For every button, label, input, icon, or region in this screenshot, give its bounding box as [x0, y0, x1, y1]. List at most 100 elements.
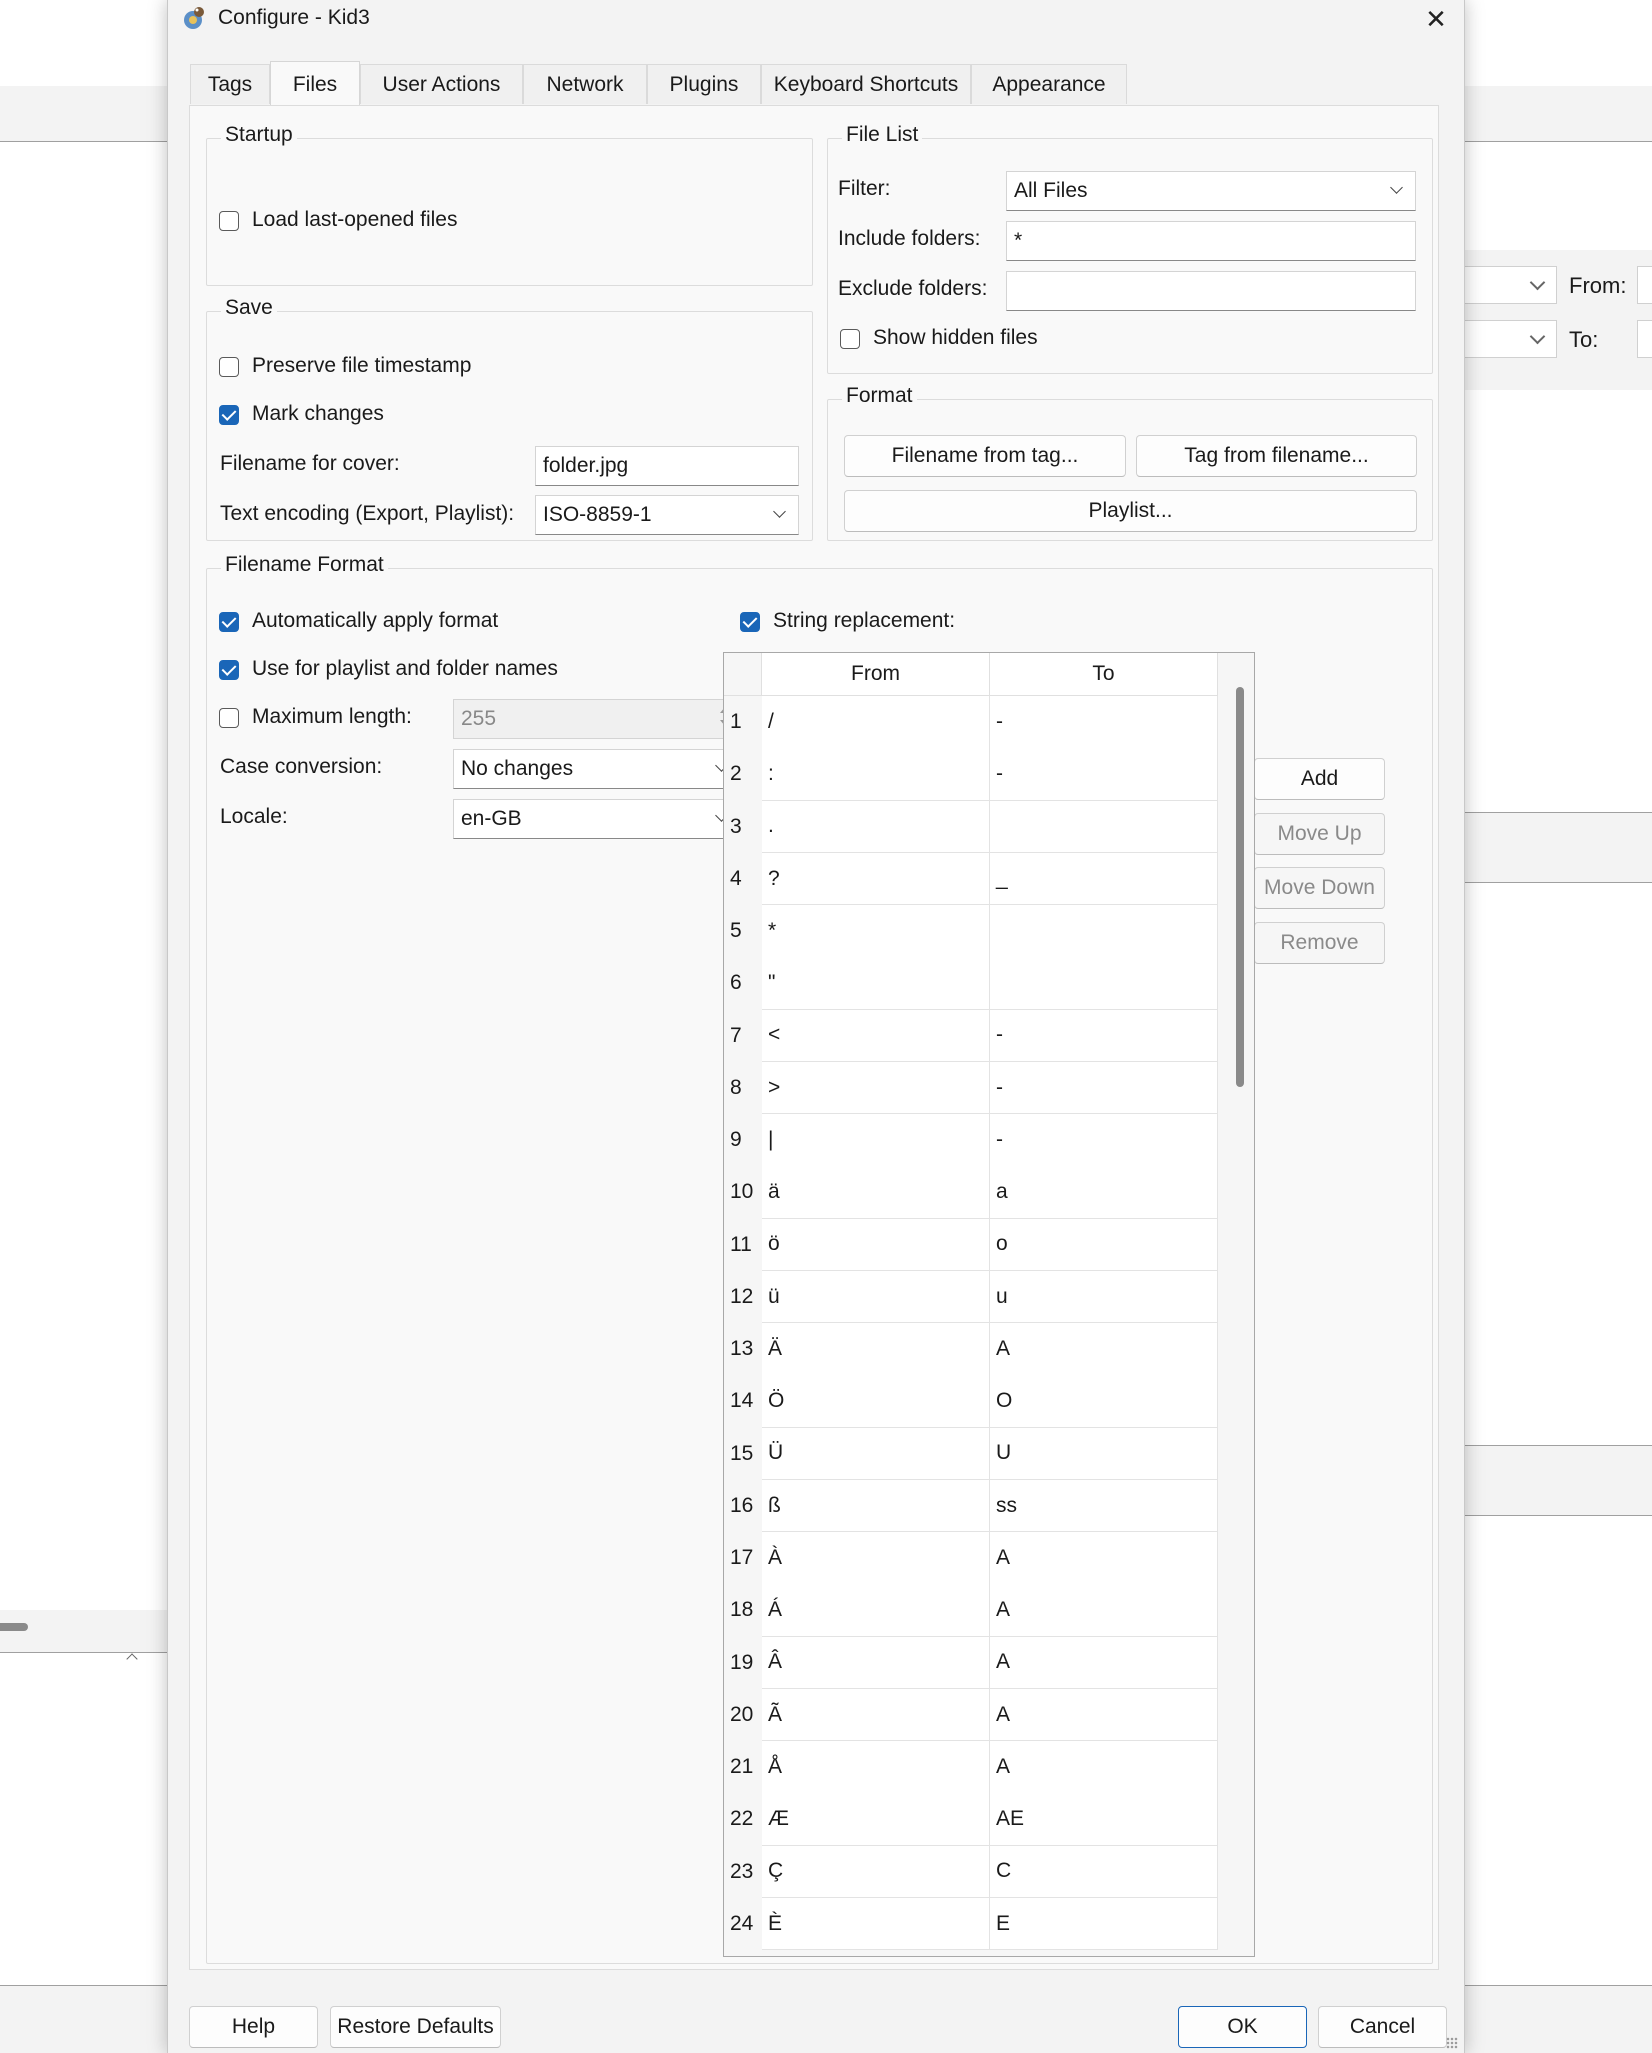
close-button[interactable]: ✕ — [1408, 0, 1464, 38]
table-row[interactable]: 3. — [724, 800, 1223, 853]
cell-to[interactable] — [990, 800, 1218, 853]
cell-to[interactable]: - — [990, 748, 1218, 801]
playlist-button[interactable]: Playlist... — [844, 490, 1417, 532]
cell-from[interactable]: À — [762, 1532, 990, 1585]
cell-to[interactable]: a — [990, 1166, 1218, 1219]
use-for-playlist-checkbox[interactable] — [219, 660, 239, 680]
cell-from[interactable]: ä — [762, 1166, 990, 1219]
move-down-button[interactable]: Move Down — [1254, 867, 1385, 909]
cell-from[interactable]: : — [762, 748, 990, 801]
mark-changes-checkbox[interactable] — [219, 405, 239, 425]
cell-from[interactable]: ß — [762, 1479, 990, 1533]
auto-apply-format-checkbox[interactable] — [219, 612, 239, 632]
tab-tags[interactable]: Tags — [190, 64, 270, 104]
cell-from[interactable]: . — [762, 800, 990, 853]
cell-from[interactable]: Å — [762, 1741, 990, 1794]
cell-from[interactable]: ö — [762, 1218, 990, 1271]
cell-to[interactable]: A — [990, 1584, 1218, 1637]
include-folders-input[interactable]: * — [1006, 221, 1416, 261]
cell-to[interactable]: o — [990, 1218, 1218, 1271]
cell-to[interactable]: _ — [990, 852, 1218, 906]
bg-combo-from[interactable] — [1463, 266, 1557, 304]
table-row[interactable]: 19 Â A — [724, 1636, 1223, 1689]
cell-to[interactable]: A — [990, 1688, 1218, 1742]
table-row[interactable]: 24 È E — [724, 1897, 1223, 1951]
load-last-opened-checkbox[interactable] — [219, 211, 239, 231]
table-row[interactable]: 6 " — [724, 957, 1223, 1010]
tab-network[interactable]: Network — [523, 64, 647, 104]
table-row[interactable]: 13 Ä A — [724, 1323, 1223, 1376]
table-row[interactable]: 1 / - — [724, 696, 1223, 749]
show-hidden-checkbox[interactable] — [840, 329, 860, 349]
table-row[interactable]: 12 ü u — [724, 1270, 1223, 1324]
cell-to[interactable]: u — [990, 1270, 1218, 1324]
cell-to[interactable] — [990, 957, 1218, 1010]
cell-to[interactable]: A — [990, 1323, 1218, 1376]
restore-defaults-button[interactable]: Restore Defaults — [330, 2006, 501, 2048]
cell-to[interactable]: - — [990, 1061, 1218, 1115]
table-row[interactable]: 21 Å A — [724, 1741, 1223, 1794]
filename-from-tag-button[interactable]: Filename from tag... — [844, 435, 1126, 477]
table-row[interactable]: 16 ß ss — [724, 1479, 1223, 1533]
bg-scrollbar-thumb[interactable] — [0, 1623, 28, 1631]
filter-combo[interactable]: All Files — [1006, 171, 1416, 211]
column-header-from[interactable]: From — [762, 653, 990, 696]
cell-from[interactable]: | — [762, 1114, 990, 1167]
chevron-up-icon[interactable] — [126, 1653, 138, 1665]
exclude-folders-input[interactable] — [1006, 271, 1416, 311]
bg-combo-to[interactable] — [1463, 320, 1557, 358]
text-encoding-combo[interactable]: ISO-8859-1 — [535, 495, 799, 535]
case-conversion-combo[interactable]: No changes — [453, 749, 741, 789]
tab-appearance[interactable]: Appearance — [971, 64, 1127, 104]
preserve-timestamp-checkbox[interactable] — [219, 357, 239, 377]
string-replacement-checkbox[interactable] — [740, 612, 760, 632]
table-row[interactable]: 10 ä a — [724, 1166, 1223, 1219]
table-row[interactable]: 5 * — [724, 905, 1223, 958]
table-row[interactable]: 23 Ç C — [724, 1845, 1223, 1898]
cell-from[interactable]: ü — [762, 1270, 990, 1324]
cell-from[interactable]: < — [762, 1009, 990, 1062]
cell-to[interactable]: - — [990, 1114, 1218, 1167]
cell-from[interactable]: * — [762, 905, 990, 958]
cell-from[interactable]: Ç — [762, 1845, 990, 1898]
table-row[interactable]: 9 | - — [724, 1114, 1223, 1167]
table-row[interactable]: 7 < - — [724, 1009, 1223, 1062]
table-row[interactable]: 18 Á A — [724, 1584, 1223, 1637]
cell-from[interactable]: Â — [762, 1636, 990, 1689]
cell-from[interactable]: " — [762, 957, 990, 1010]
cell-from[interactable]: È — [762, 1897, 990, 1951]
table-row[interactable]: 8 > - — [724, 1061, 1223, 1115]
cell-from[interactable]: Æ — [762, 1793, 990, 1846]
table-row[interactable]: 20 Ã A — [724, 1688, 1223, 1742]
cell-from[interactable]: ? — [762, 852, 990, 906]
cell-from[interactable]: Ã — [762, 1688, 990, 1742]
remove-button[interactable]: Remove — [1254, 922, 1385, 964]
cell-to[interactable]: A — [990, 1636, 1218, 1689]
max-length-checkbox[interactable] — [219, 708, 239, 728]
title-bar[interactable]: Configure - Kid3 ✕ — [168, 0, 1464, 38]
column-header-to[interactable]: To — [990, 653, 1218, 696]
cell-to[interactable] — [990, 905, 1218, 958]
cell-from[interactable]: Á — [762, 1584, 990, 1637]
ok-button[interactable]: OK — [1178, 2006, 1307, 2048]
cell-to[interactable]: A — [990, 1532, 1218, 1585]
table-row[interactable]: 14 Ö O — [724, 1375, 1223, 1428]
bg-to-field[interactable] — [1637, 320, 1652, 358]
table-row[interactable]: 11 ö o — [724, 1218, 1223, 1271]
cell-to[interactable]: U — [990, 1427, 1218, 1480]
cell-to[interactable]: A — [990, 1741, 1218, 1794]
tab-files[interactable]: Files — [270, 61, 360, 107]
cell-to[interactable]: - — [990, 696, 1218, 749]
table-row[interactable]: 22 Æ AE — [724, 1793, 1223, 1846]
table-row[interactable]: 2: - — [724, 748, 1223, 801]
cell-to[interactable]: E — [990, 1897, 1218, 1951]
tag-from-filename-button[interactable]: Tag from filename... — [1136, 435, 1417, 477]
cell-to[interactable]: O — [990, 1375, 1218, 1428]
cell-from[interactable]: / — [762, 696, 990, 749]
cover-filename-input[interactable]: folder.jpg — [535, 446, 799, 486]
cell-to[interactable]: AE — [990, 1793, 1218, 1846]
cell-to[interactable]: C — [990, 1845, 1218, 1898]
cell-from[interactable]: Ä — [762, 1323, 990, 1376]
tab-user-actions[interactable]: User Actions — [360, 64, 523, 104]
max-length-spinbox[interactable]: 255 — [453, 699, 741, 739]
